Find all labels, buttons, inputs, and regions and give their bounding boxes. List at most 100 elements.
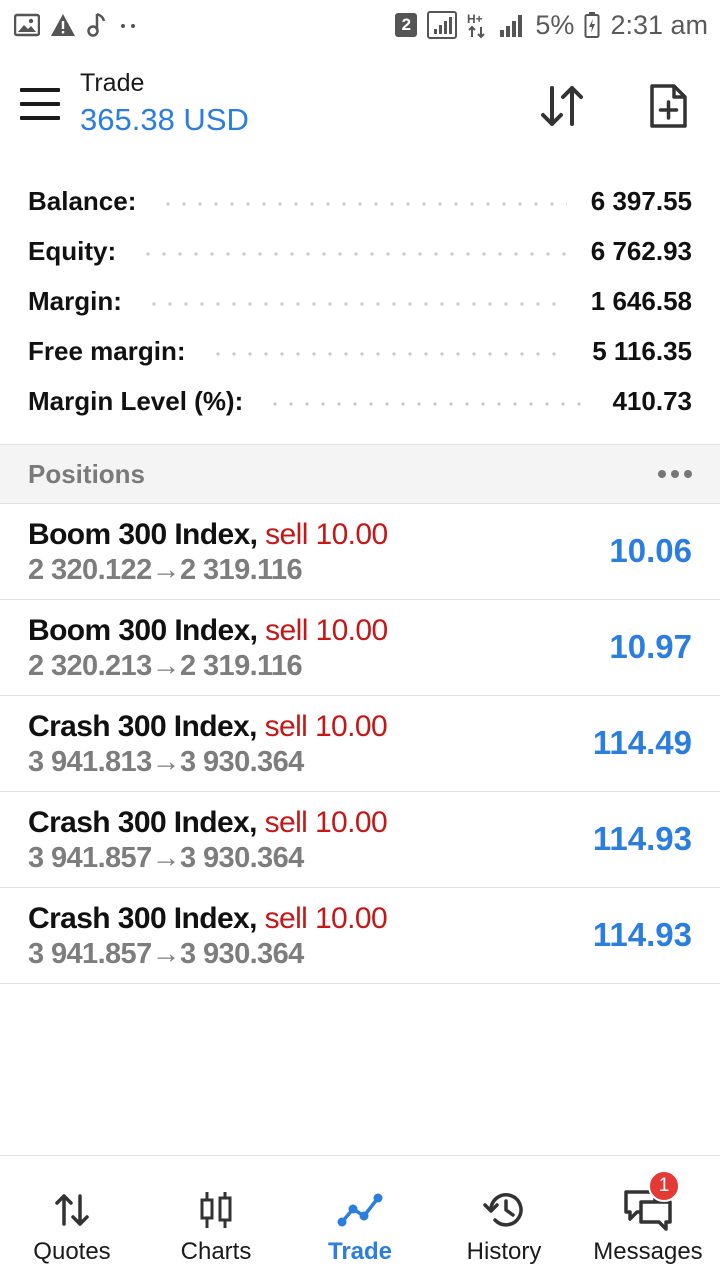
position-row[interactable]: Crash 300 Index, sell 10.00 3 941.857→3 … <box>0 792 720 888</box>
arrow-right-icon: → <box>151 842 181 874</box>
position-open-price: 3 941.813 <box>28 746 152 778</box>
arrow-right-icon: → <box>151 554 181 586</box>
position-row[interactable]: Crash 300 Index, sell 10.00 3 941.813→3 … <box>0 696 720 792</box>
positions-section-header: Positions <box>0 444 720 504</box>
nav-history[interactable]: History <box>432 1156 576 1280</box>
summary-row-free-margin: Free margin: 5 116.35 <box>0 326 720 376</box>
dotted-leader <box>160 202 567 206</box>
status-bar-system: 2 H+ 5% 2:31 am <box>395 10 708 41</box>
nav-label: Messages <box>593 1238 703 1265</box>
position-open-price: 2 320.122 <box>28 554 152 586</box>
nav-charts[interactable]: Charts <box>144 1156 288 1280</box>
position-symbol: Boom 300 Index, <box>28 614 258 647</box>
position-symbol: Boom 300 Index, <box>28 518 258 551</box>
position-profit: 114.49 <box>592 724 692 761</box>
dotted-leader <box>145 302 567 306</box>
charts-icon <box>198 1188 234 1232</box>
signal-sim2-icon <box>499 12 525 38</box>
position-profit: 114.93 <box>592 820 692 857</box>
position-symbol: Crash 300 Index, <box>28 806 257 839</box>
position-current-price: 2 319.116 <box>180 650 303 682</box>
new-document-icon <box>650 84 687 128</box>
summary-row-margin-level: Margin Level (%): 410.73 <box>0 376 720 426</box>
position-side-volume: sell 10.00 <box>265 518 388 551</box>
header-title-block: Trade 365.38 USD <box>80 68 249 142</box>
summary-label: Balance: <box>28 185 137 216</box>
signal-sim1-icon <box>427 11 458 39</box>
position-open-price: 3 941.857 <box>28 938 152 970</box>
nav-trade[interactable]: Trade <box>288 1156 432 1280</box>
nav-label: Quotes <box>33 1238 111 1265</box>
trade-icon <box>337 1188 383 1232</box>
battery-icon <box>584 11 600 39</box>
summary-value: 5 116.35 <box>592 335 692 366</box>
dotted-leader <box>140 252 567 256</box>
clock: 2:31 am <box>610 9 708 40</box>
position-profit: 10.06 <box>609 532 692 569</box>
dotted-leader <box>267 402 589 406</box>
summary-row-equity: Equity: 6 762.93 <box>0 226 720 276</box>
more-notifications-icon <box>118 20 138 30</box>
page-title: Trade <box>80 69 145 97</box>
position-current-price: 3 930.364 <box>180 842 304 874</box>
history-icon <box>482 1188 526 1232</box>
summary-value: 6 762.93 <box>590 235 692 266</box>
positions-more-button[interactable] <box>658 464 692 484</box>
nav-label: Charts <box>180 1238 252 1265</box>
position-row[interactable]: Boom 300 Index, sell 10.00 2 320.122→2 3… <box>0 504 720 600</box>
position-row[interactable]: Crash 300 Index, sell 10.00 3 941.857→3 … <box>0 888 720 984</box>
summary-label: Margin Level (%): <box>28 385 244 416</box>
battery-percent: 5% <box>535 9 575 40</box>
svg-text:H+: H+ <box>467 12 483 26</box>
sim-slot-badge: 2 <box>395 13 418 37</box>
position-open-price: 2 320.213 <box>28 650 152 682</box>
warning-icon <box>50 13 76 37</box>
nav-quotes[interactable]: Quotes <box>0 1156 144 1280</box>
summary-value: 410.73 <box>612 385 692 416</box>
new-order-button[interactable] <box>642 80 694 132</box>
status-bar-notifications <box>14 12 138 38</box>
image-notification-icon <box>14 13 40 37</box>
sort-button[interactable] <box>536 80 588 132</box>
position-profit: 10.97 <box>609 628 692 665</box>
unread-badge: 1 <box>648 1170 680 1202</box>
position-side-volume: sell 10.00 <box>264 710 388 743</box>
hamburger-icon <box>20 88 60 92</box>
summary-value: 6 397.55 <box>590 185 692 216</box>
app-header: Trade 365.38 USD <box>0 50 720 160</box>
sort-icon <box>541 86 583 126</box>
position-row[interactable]: Boom 300 Index, sell 10.00 2 320.213→2 3… <box>0 600 720 696</box>
nav-messages[interactable]: Messages 1 <box>576 1156 720 1280</box>
account-summary: Balance: 6 397.55 Equity: 6 762.93 Margi… <box>0 176 720 426</box>
positions-list: Boom 300 Index, sell 10.00 2 320.122→2 3… <box>0 504 720 984</box>
position-current-price: 2 319.116 <box>180 554 303 586</box>
menu-button[interactable] <box>20 88 60 120</box>
position-current-price: 3 930.364 <box>180 938 304 970</box>
position-current-price: 3 930.364 <box>180 746 304 778</box>
dotted-leader <box>209 352 569 356</box>
nav-label: History <box>466 1238 542 1265</box>
floating-profit: 365.38 USD <box>80 102 249 137</box>
network-type-icon: H+ <box>467 11 489 39</box>
summary-label: Equity: <box>28 235 117 266</box>
summary-label: Margin: <box>28 285 122 316</box>
arrow-right-icon: → <box>151 650 181 682</box>
arrow-right-icon: → <box>151 938 181 970</box>
summary-value: 1 646.58 <box>590 285 692 316</box>
position-side-volume: sell 10.00 <box>264 806 388 839</box>
position-profit: 114.93 <box>592 916 692 953</box>
nav-label: Trade <box>327 1238 393 1265</box>
position-open-price: 3 941.857 <box>28 842 152 874</box>
arrow-right-icon: → <box>151 746 181 778</box>
position-side-volume: sell 10.00 <box>265 614 388 647</box>
positions-title: Positions <box>28 458 146 489</box>
more-dots-icon <box>658 470 666 478</box>
status-bar: 2 H+ 5% 2:31 am <box>0 0 720 50</box>
summary-label: Free margin: <box>28 335 186 366</box>
bottom-navigation: Quotes Charts Trade History Messages 1 <box>0 1155 720 1280</box>
quotes-icon <box>54 1188 90 1232</box>
position-side-volume: sell 10.00 <box>264 902 388 935</box>
position-symbol: Crash 300 Index, <box>28 902 257 935</box>
summary-row-balance: Balance: 6 397.55 <box>0 176 720 226</box>
summary-row-margin: Margin: 1 646.58 <box>0 276 720 326</box>
